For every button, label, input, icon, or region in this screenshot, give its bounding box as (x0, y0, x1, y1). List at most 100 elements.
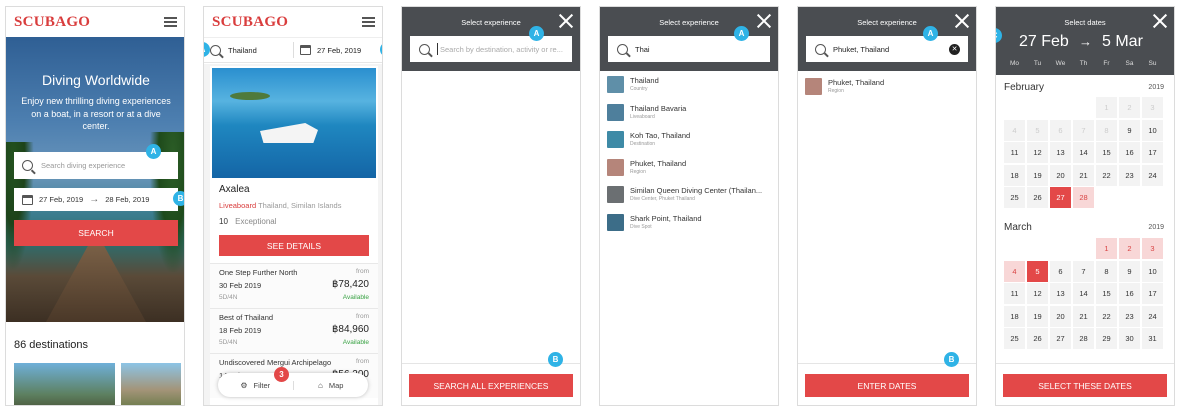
see-details-button[interactable]: SEE DETAILS (219, 235, 369, 256)
calendar-day[interactable]: 12 (1027, 283, 1048, 304)
calendar-day[interactable]: 3 (1142, 238, 1163, 259)
suggestion-item[interactable]: Thailand Bavaria Liveaboard (600, 99, 778, 127)
calendar-day[interactable]: 26 (1027, 328, 1048, 349)
calendar-day[interactable]: 19 (1027, 305, 1048, 327)
calendar-day[interactable]: 12 (1027, 142, 1048, 163)
calendar-day[interactable]: 8 (1096, 260, 1117, 282)
calendar-day[interactable]: 28 (1073, 187, 1094, 208)
select-dates-button[interactable]: SELECT THESE DATES (1003, 374, 1167, 397)
calendar-day[interactable]: 4 (1004, 260, 1025, 282)
search-all-button[interactable]: SEARCH ALL EXPERIENCES (409, 374, 573, 397)
search-icon (815, 43, 826, 55)
calendar-day[interactable]: 14 (1073, 283, 1094, 304)
calendar-day[interactable]: 24 (1142, 164, 1163, 186)
map-button[interactable]: ⌂ Map (294, 381, 369, 390)
suggestion-name: Thailand Bavaria (630, 103, 687, 113)
calendar-day[interactable]: 5 (1027, 260, 1048, 282)
calendar-day[interactable]: 18 (1004, 305, 1025, 327)
boat-shape (260, 123, 318, 143)
search-input[interactable]: Search by destination, activity or re... (410, 36, 572, 62)
calendar-day[interactable]: 27 (1050, 328, 1071, 349)
calendar-day[interactable]: 9 (1119, 119, 1140, 141)
modal-title: Select dates (1064, 18, 1106, 27)
calendar-day[interactable]: 16 (1119, 283, 1140, 304)
suggestion-item[interactable]: Shark Point, Thailand Dive Spot (600, 209, 778, 237)
search-input[interactable]: Thai (608, 36, 770, 62)
calendar-day[interactable]: 10 (1142, 119, 1163, 141)
calendar-day[interactable]: 27 (1050, 187, 1071, 208)
close-icon[interactable] (1153, 14, 1167, 28)
search-field[interactable]: Thailand (210, 38, 294, 62)
calendar-day[interactable]: 21 (1073, 164, 1094, 186)
close-icon[interactable] (757, 14, 771, 28)
date-field[interactable]: 27 Feb, 2019 (300, 38, 361, 62)
result-card[interactable]: Axalea Liveaboard Thailand, Similan Isla… (210, 66, 378, 405)
listing-title[interactable]: Axalea (219, 184, 250, 195)
calendar-day[interactable]: 29 (1096, 328, 1117, 349)
calendar-day[interactable]: 20 (1050, 305, 1071, 327)
calendar-day[interactable]: 25 (1004, 328, 1025, 349)
calendar-day[interactable]: 19 (1027, 164, 1048, 186)
suggestion-item[interactable]: Phuket, Thailand Region (798, 73, 884, 101)
calendar-day[interactable]: 16 (1119, 142, 1140, 163)
calendar-day[interactable]: 13 (1050, 283, 1071, 304)
calendar-day[interactable]: 17 (1142, 142, 1163, 163)
calendar-day[interactable]: 17 (1142, 283, 1163, 304)
search-button[interactable]: SEARCH (14, 220, 178, 246)
calendar-day[interactable]: 6 (1050, 260, 1071, 282)
enter-dates-button[interactable]: ENTER DATES (805, 374, 969, 397)
calendar-day[interactable]: 23 (1119, 305, 1140, 327)
calendar-day[interactable]: 9 (1119, 260, 1140, 282)
suggestion-item[interactable]: Koh Tao, Thailand Destination (600, 126, 778, 154)
suggestion-item[interactable]: Phuket, Thailand Region (600, 154, 778, 182)
date-picker-field[interactable]: 27 Feb, 2019 → 28 Feb, 2019 (14, 188, 178, 211)
calendar-day[interactable]: 13 (1050, 142, 1071, 163)
calendar-day[interactable]: 11 (1004, 283, 1025, 304)
close-icon[interactable] (559, 14, 573, 28)
destination-card-2[interactable] (121, 363, 181, 405)
annotation-a: A (923, 26, 938, 41)
calendar-day[interactable]: 15 (1096, 142, 1117, 163)
year-label-mar: 2019 (1148, 224, 1164, 231)
date-to[interactable]: 5 Mar (1102, 33, 1143, 51)
calendar-day[interactable]: 15 (1096, 283, 1117, 304)
menu-icon[interactable] (164, 17, 177, 27)
calendar-day[interactable]: 31 (1142, 328, 1163, 349)
calendar-day[interactable]: 22 (1096, 164, 1117, 186)
calendar-day[interactable]: 23 (1119, 164, 1140, 186)
calendar-day[interactable]: 18 (1004, 164, 1025, 186)
trip-row[interactable]: One Step Further North from 30 Feb 2019 ฿78… (210, 263, 378, 308)
calendar-day[interactable]: 11 (1004, 142, 1025, 163)
clear-icon[interactable]: ✕ (949, 43, 960, 55)
search-query: Phuket, Thailand (833, 44, 890, 54)
map-icon: ⌂ (318, 380, 323, 390)
calendar-day[interactable]: 26 (1027, 187, 1048, 208)
brand-logo[interactable]: SCUBAGO (212, 14, 288, 31)
date-from[interactable]: 27 Feb (1019, 33, 1069, 51)
date-value: 27 Feb, 2019 (317, 45, 362, 55)
suggestion-list: Thailand Country Thailand Bavaria Liveaboar… (600, 71, 778, 236)
suggestion-item[interactable]: Similan Queen Diving Center (Thailan... D… (600, 181, 778, 209)
calendar-day[interactable]: 14 (1073, 142, 1094, 163)
calendar-day[interactable]: 10 (1142, 260, 1163, 282)
calendar-day[interactable]: 30 (1119, 328, 1140, 349)
search-input[interactable]: Phuket, Thailand ✕ (806, 36, 968, 62)
suggestion-item[interactable]: Thailand Country (600, 71, 778, 99)
trip-row[interactable]: Best of Thailand from 18 Feb 2019 ฿84,960 5D… (210, 308, 378, 353)
calendar-day[interactable]: 22 (1096, 305, 1117, 327)
calendar-day[interactable]: 28 (1073, 328, 1094, 349)
destination-card-1[interactable] (14, 363, 115, 405)
modal-header: Select experience Search by destination,… (402, 7, 580, 71)
close-icon[interactable] (955, 14, 969, 28)
calendar-day[interactable]: 2 (1119, 238, 1140, 259)
brand-logo[interactable]: SCUBAGO (14, 14, 90, 31)
calendar-day[interactable]: 20 (1050, 164, 1071, 186)
calendar-day[interactable]: 21 (1073, 305, 1094, 327)
menu-icon[interactable] (362, 17, 375, 27)
calendar-day[interactable]: 24 (1142, 305, 1163, 327)
listing-type: Liveaboard (219, 201, 257, 210)
calendar-day[interactable]: 1 (1096, 238, 1117, 259)
calendar-day[interactable]: 25 (1004, 187, 1025, 208)
modal-title: Select experience (857, 18, 917, 27)
calendar-day[interactable]: 7 (1073, 260, 1094, 282)
